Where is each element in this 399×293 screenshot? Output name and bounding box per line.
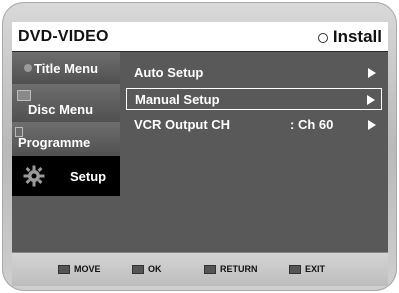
circle-icon [317,33,328,43]
footer-return-label: RETURN [220,264,258,274]
gear-icon [22,164,46,191]
disc-dot-icon [24,64,32,72]
nav-item-label: Programme [18,135,91,150]
nav-item-label: Title Menu [34,61,99,76]
footer-return: RETURN [204,264,258,274]
arrow-right-icon [368,120,376,130]
menu-item-value: : Ch 60 [290,117,334,132]
footer-move-label: MOVE [74,264,101,274]
nav-item-programme[interactable]: Programme [12,122,120,156]
footer-exit: EXIT [289,264,325,274]
source-title: DVD-VIDEO [18,28,109,45]
nav-item-setup[interactable]: Setup [12,156,120,196]
nav-item-title-menu[interactable]: Title Menu [12,52,120,84]
return-icon [204,264,216,274]
arrow-right-icon [367,95,375,105]
ok-icon [132,264,144,274]
footer-ok: OK [132,264,162,274]
mode-label: Install [332,27,382,46]
setup-menu: Auto Setup Manual Setup VCR Output CH : … [120,52,388,252]
menu-item-auto-setup[interactable]: Auto Setup [126,62,382,84]
nav-item-label: Setup [70,169,107,184]
exit-icon [289,264,301,274]
footer-ok-label: OK [148,264,162,274]
menu-item-vcr-output-ch[interactable]: VCR Output CH : Ch 60 [126,114,382,136]
mode-indicator: Install [317,27,382,47]
disc-menu-icon [17,90,31,101]
footer-exit-label: EXIT [305,264,326,274]
arrow-right-icon [368,68,376,78]
menu-item-label: Auto Setup [134,65,204,80]
move-icon [58,264,70,274]
osd-panel: DVD-VIDEO Install Title Menu Disc Menu P… [12,22,388,286]
tv-frame: DVD-VIDEO Install Title Menu Disc Menu P… [2,2,397,291]
footer-bar: MOVE OK RETURN EXIT [12,252,388,286]
menu-item-label: Manual Setup [135,92,220,107]
nav-item-disc-menu[interactable]: Disc Menu [12,84,120,122]
menu-item-manual-setup[interactable]: Manual Setup [126,88,382,110]
title-bar: DVD-VIDEO Install [12,22,388,52]
menu-item-label: VCR Output CH [134,117,231,132]
nav-item-label: Disc Menu [28,102,94,117]
left-nav: Title Menu Disc Menu Programme Setup [12,52,120,252]
footer-move: MOVE [58,264,101,274]
